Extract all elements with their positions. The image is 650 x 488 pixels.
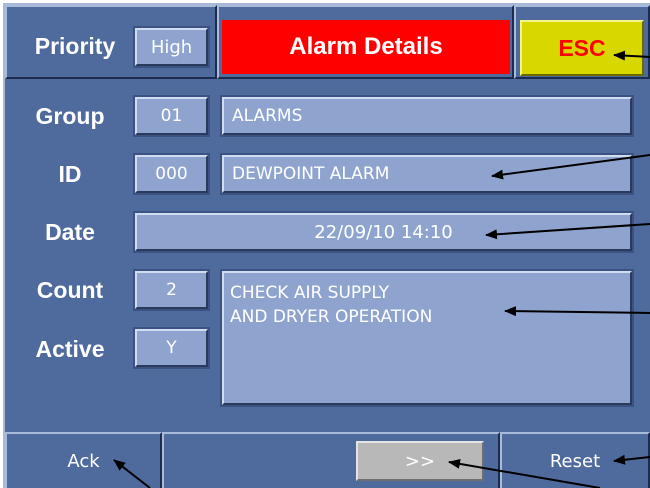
page-title: Alarm Details — [222, 20, 510, 74]
active-label: Active — [35, 335, 105, 362]
next-button[interactable]: >> — [356, 441, 484, 481]
active-field: Y — [133, 327, 210, 369]
group-label: Group — [35, 102, 105, 129]
group-name-field: ALARMS — [220, 95, 634, 137]
date-label: Date — [45, 218, 95, 245]
id-name-field: DEWPOINT ALARM — [220, 153, 634, 195]
ack-button[interactable]: Ack — [5, 432, 162, 488]
group-code-field: 01 — [133, 95, 210, 137]
id-code-field: 000 — [133, 153, 210, 195]
message-field: CHECK AIR SUPPLY AND DRYER OPERATION — [220, 269, 634, 407]
reset-button[interactable]: Reset — [500, 432, 650, 488]
esc-button[interactable]: ESC — [520, 20, 644, 76]
count-field: 2 — [133, 269, 210, 311]
id-label: ID — [58, 160, 82, 187]
count-label: Count — [36, 276, 104, 303]
priority-label: Priority — [34, 32, 116, 59]
priority-value: High — [133, 26, 210, 68]
date-field: 22/09/10 14:10 — [133, 211, 634, 253]
